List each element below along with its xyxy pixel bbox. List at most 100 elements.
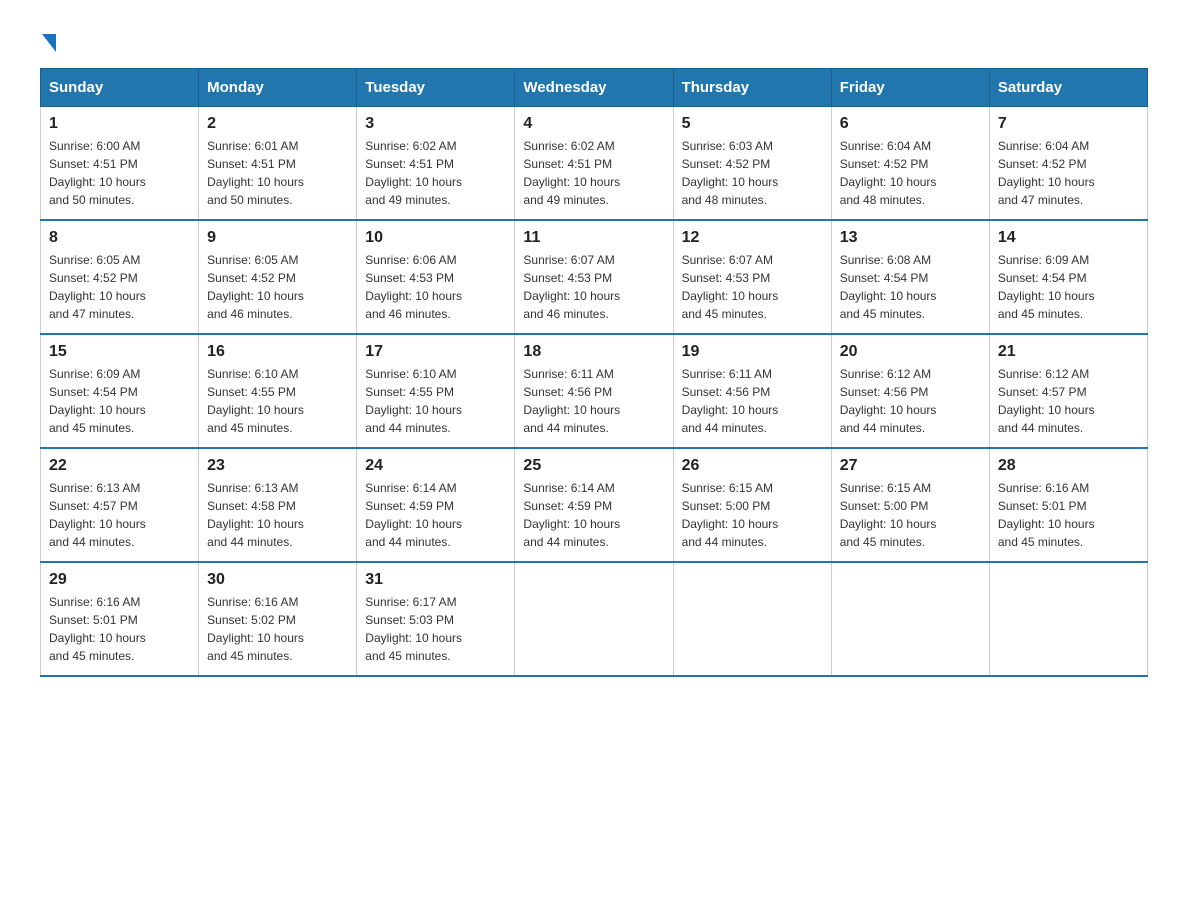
calendar-cell: 15 Sunrise: 6:09 AM Sunset: 4:54 PM Dayl… xyxy=(41,334,199,448)
calendar-cell: 24 Sunrise: 6:14 AM Sunset: 4:59 PM Dayl… xyxy=(357,448,515,562)
day-info: Sunrise: 6:07 AM Sunset: 4:53 PM Dayligh… xyxy=(682,251,823,323)
calendar-cell: 17 Sunrise: 6:10 AM Sunset: 4:55 PM Dayl… xyxy=(357,334,515,448)
day-info: Sunrise: 6:02 AM Sunset: 4:51 PM Dayligh… xyxy=(523,137,664,209)
day-number: 12 xyxy=(682,229,823,247)
calendar-cell xyxy=(673,562,831,676)
day-number: 27 xyxy=(840,457,981,475)
calendar-cell: 3 Sunrise: 6:02 AM Sunset: 4:51 PM Dayli… xyxy=(357,107,515,221)
day-number: 9 xyxy=(207,229,348,247)
calendar-cell: 30 Sunrise: 6:16 AM Sunset: 5:02 PM Dayl… xyxy=(199,562,357,676)
day-info: Sunrise: 6:09 AM Sunset: 4:54 PM Dayligh… xyxy=(998,251,1139,323)
calendar-cell: 28 Sunrise: 6:16 AM Sunset: 5:01 PM Dayl… xyxy=(989,448,1147,562)
day-number: 14 xyxy=(998,229,1139,247)
calendar-week-row: 15 Sunrise: 6:09 AM Sunset: 4:54 PM Dayl… xyxy=(41,334,1148,448)
day-number: 13 xyxy=(840,229,981,247)
calendar-cell: 4 Sunrise: 6:02 AM Sunset: 4:51 PM Dayli… xyxy=(515,107,673,221)
day-number: 28 xyxy=(998,457,1139,475)
day-info: Sunrise: 6:08 AM Sunset: 4:54 PM Dayligh… xyxy=(840,251,981,323)
calendar-cell: 12 Sunrise: 6:07 AM Sunset: 4:53 PM Dayl… xyxy=(673,220,831,334)
calendar-cell: 13 Sunrise: 6:08 AM Sunset: 4:54 PM Dayl… xyxy=(831,220,989,334)
day-info: Sunrise: 6:16 AM Sunset: 5:02 PM Dayligh… xyxy=(207,593,348,665)
day-info: Sunrise: 6:15 AM Sunset: 5:00 PM Dayligh… xyxy=(840,479,981,551)
day-number: 23 xyxy=(207,457,348,475)
calendar-cell: 14 Sunrise: 6:09 AM Sunset: 4:54 PM Dayl… xyxy=(989,220,1147,334)
calendar-table: SundayMondayTuesdayWednesdayThursdayFrid… xyxy=(40,68,1148,677)
calendar-cell: 25 Sunrise: 6:14 AM Sunset: 4:59 PM Dayl… xyxy=(515,448,673,562)
day-number: 17 xyxy=(365,343,506,361)
day-info: Sunrise: 6:16 AM Sunset: 5:01 PM Dayligh… xyxy=(998,479,1139,551)
day-info: Sunrise: 6:13 AM Sunset: 4:57 PM Dayligh… xyxy=(49,479,190,551)
calendar-cell: 9 Sunrise: 6:05 AM Sunset: 4:52 PM Dayli… xyxy=(199,220,357,334)
day-info: Sunrise: 6:11 AM Sunset: 4:56 PM Dayligh… xyxy=(682,365,823,437)
calendar-cell: 8 Sunrise: 6:05 AM Sunset: 4:52 PM Dayli… xyxy=(41,220,199,334)
day-number: 31 xyxy=(365,571,506,589)
logo xyxy=(40,30,56,48)
header-monday: Monday xyxy=(199,69,357,107)
calendar-cell: 26 Sunrise: 6:15 AM Sunset: 5:00 PM Dayl… xyxy=(673,448,831,562)
day-info: Sunrise: 6:06 AM Sunset: 4:53 PM Dayligh… xyxy=(365,251,506,323)
day-number: 7 xyxy=(998,115,1139,133)
calendar-cell: 29 Sunrise: 6:16 AM Sunset: 5:01 PM Dayl… xyxy=(41,562,199,676)
day-info: Sunrise: 6:13 AM Sunset: 4:58 PM Dayligh… xyxy=(207,479,348,551)
header-thursday: Thursday xyxy=(673,69,831,107)
calendar-cell: 5 Sunrise: 6:03 AM Sunset: 4:52 PM Dayli… xyxy=(673,107,831,221)
day-number: 26 xyxy=(682,457,823,475)
day-info: Sunrise: 6:10 AM Sunset: 4:55 PM Dayligh… xyxy=(365,365,506,437)
day-info: Sunrise: 6:12 AM Sunset: 4:56 PM Dayligh… xyxy=(840,365,981,437)
day-number: 15 xyxy=(49,343,190,361)
day-info: Sunrise: 6:04 AM Sunset: 4:52 PM Dayligh… xyxy=(998,137,1139,209)
day-number: 3 xyxy=(365,115,506,133)
day-info: Sunrise: 6:10 AM Sunset: 4:55 PM Dayligh… xyxy=(207,365,348,437)
calendar-cell: 7 Sunrise: 6:04 AM Sunset: 4:52 PM Dayli… xyxy=(989,107,1147,221)
day-number: 29 xyxy=(49,571,190,589)
day-number: 4 xyxy=(523,115,664,133)
day-info: Sunrise: 6:05 AM Sunset: 4:52 PM Dayligh… xyxy=(207,251,348,323)
day-number: 25 xyxy=(523,457,664,475)
header-saturday: Saturday xyxy=(989,69,1147,107)
day-number: 30 xyxy=(207,571,348,589)
day-info: Sunrise: 6:11 AM Sunset: 4:56 PM Dayligh… xyxy=(523,365,664,437)
calendar-cell: 10 Sunrise: 6:06 AM Sunset: 4:53 PM Dayl… xyxy=(357,220,515,334)
day-number: 10 xyxy=(365,229,506,247)
calendar-cell: 27 Sunrise: 6:15 AM Sunset: 5:00 PM Dayl… xyxy=(831,448,989,562)
day-info: Sunrise: 6:14 AM Sunset: 4:59 PM Dayligh… xyxy=(523,479,664,551)
calendar-cell: 6 Sunrise: 6:04 AM Sunset: 4:52 PM Dayli… xyxy=(831,107,989,221)
day-info: Sunrise: 6:00 AM Sunset: 4:51 PM Dayligh… xyxy=(49,137,190,209)
logo-arrow-icon xyxy=(42,34,56,52)
calendar-cell xyxy=(989,562,1147,676)
calendar-week-row: 29 Sunrise: 6:16 AM Sunset: 5:01 PM Dayl… xyxy=(41,562,1148,676)
day-info: Sunrise: 6:16 AM Sunset: 5:01 PM Dayligh… xyxy=(49,593,190,665)
day-info: Sunrise: 6:03 AM Sunset: 4:52 PM Dayligh… xyxy=(682,137,823,209)
calendar-cell: 11 Sunrise: 6:07 AM Sunset: 4:53 PM Dayl… xyxy=(515,220,673,334)
calendar-cell: 20 Sunrise: 6:12 AM Sunset: 4:56 PM Dayl… xyxy=(831,334,989,448)
calendar-cell: 2 Sunrise: 6:01 AM Sunset: 4:51 PM Dayli… xyxy=(199,107,357,221)
day-info: Sunrise: 6:12 AM Sunset: 4:57 PM Dayligh… xyxy=(998,365,1139,437)
day-number: 21 xyxy=(998,343,1139,361)
day-info: Sunrise: 6:09 AM Sunset: 4:54 PM Dayligh… xyxy=(49,365,190,437)
day-number: 18 xyxy=(523,343,664,361)
day-number: 8 xyxy=(49,229,190,247)
calendar-header-row: SundayMondayTuesdayWednesdayThursdayFrid… xyxy=(41,69,1148,107)
calendar-cell: 21 Sunrise: 6:12 AM Sunset: 4:57 PM Dayl… xyxy=(989,334,1147,448)
calendar-cell xyxy=(831,562,989,676)
calendar-week-row: 1 Sunrise: 6:00 AM Sunset: 4:51 PM Dayli… xyxy=(41,107,1148,221)
calendar-cell: 31 Sunrise: 6:17 AM Sunset: 5:03 PM Dayl… xyxy=(357,562,515,676)
day-number: 6 xyxy=(840,115,981,133)
calendar-cell: 16 Sunrise: 6:10 AM Sunset: 4:55 PM Dayl… xyxy=(199,334,357,448)
day-info: Sunrise: 6:02 AM Sunset: 4:51 PM Dayligh… xyxy=(365,137,506,209)
day-info: Sunrise: 6:05 AM Sunset: 4:52 PM Dayligh… xyxy=(49,251,190,323)
day-info: Sunrise: 6:14 AM Sunset: 4:59 PM Dayligh… xyxy=(365,479,506,551)
day-info: Sunrise: 6:04 AM Sunset: 4:52 PM Dayligh… xyxy=(840,137,981,209)
header-sunday: Sunday xyxy=(41,69,199,107)
calendar-week-row: 22 Sunrise: 6:13 AM Sunset: 4:57 PM Dayl… xyxy=(41,448,1148,562)
day-number: 5 xyxy=(682,115,823,133)
day-number: 22 xyxy=(49,457,190,475)
day-info: Sunrise: 6:01 AM Sunset: 4:51 PM Dayligh… xyxy=(207,137,348,209)
header-tuesday: Tuesday xyxy=(357,69,515,107)
page-header xyxy=(40,30,1148,48)
calendar-week-row: 8 Sunrise: 6:05 AM Sunset: 4:52 PM Dayli… xyxy=(41,220,1148,334)
day-number: 1 xyxy=(49,115,190,133)
header-friday: Friday xyxy=(831,69,989,107)
day-info: Sunrise: 6:17 AM Sunset: 5:03 PM Dayligh… xyxy=(365,593,506,665)
day-number: 2 xyxy=(207,115,348,133)
